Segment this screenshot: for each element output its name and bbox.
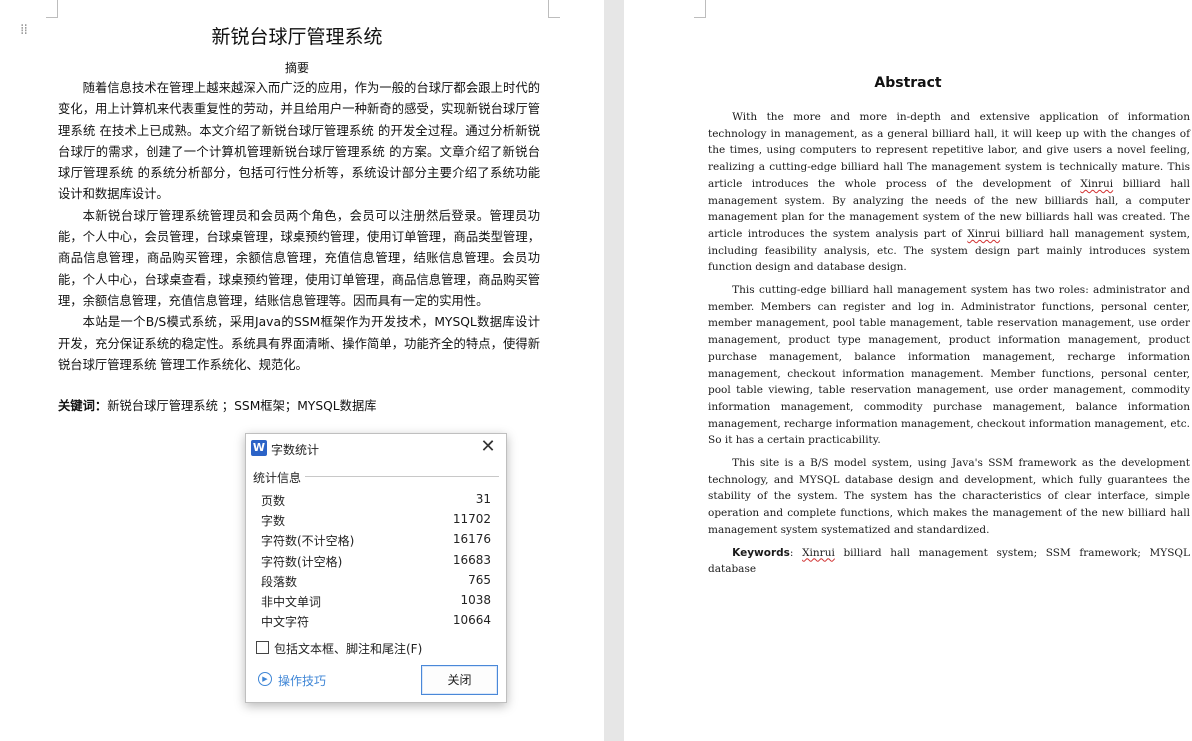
stat-label: 中文字符 <box>261 615 310 630</box>
spelling-error-word[interactable]: Xinrui <box>967 228 1000 240</box>
stat-value: 1038 <box>460 592 491 607</box>
stat-value: 16683 <box>452 552 491 567</box>
stat-row-chars-no-spaces: 字符数(不计空格) 16176 <box>261 530 491 550</box>
keywords-label: 关键词： <box>58 399 108 413</box>
dialog-title: 字数统计 <box>271 443 320 457</box>
checkbox-label[interactable]: 包括文本框、脚注和尾注(F) <box>274 640 422 657</box>
play-circle-icon: ▶ <box>258 672 272 686</box>
stat-label: 字符数(不计空格) <box>261 534 355 549</box>
stat-value: 16176 <box>452 532 491 547</box>
statistics-list: 页数 31 字数 11702 字符数(不计空格) 16176 字符数(计空格) … <box>261 490 491 631</box>
stat-value: 11702 <box>452 512 491 527</box>
abstract-paragraph: 本新锐台球厅管理系统管理员和会员两个角色，会员可以注册然后登录。管理员功能，个人… <box>58 208 540 308</box>
page-corner-mark <box>694 0 706 18</box>
stat-label: 字符数(计空格) <box>261 554 343 569</box>
page-corner-mark <box>548 0 560 18</box>
stat-value: 31 <box>475 492 491 506</box>
stat-label: 段落数 <box>261 574 298 589</box>
abstract-body: 随着信息技术在管理上越来越深入而广泛的应用，作为一般的台球厅都会跟上时代的变化，… <box>58 78 540 376</box>
abstract-heading: 摘要 <box>284 61 309 75</box>
english-abstract-body: With the more and more in-depth and exte… <box>708 109 1190 578</box>
statistics-section-header: 统计信息 <box>253 469 499 486</box>
document-title: 新锐台球厅管理系统 <box>211 26 383 48</box>
stat-label: 字数 <box>261 514 286 529</box>
english-paragraph: This site is a B/S model system, using J… <box>708 457 1190 536</box>
stat-row-non-chinese-words: 非中文单词 1038 <box>261 591 491 611</box>
english-keywords-line: Keywords: Xinrui billiard hall managemen… <box>708 545 1190 578</box>
stat-value: 10664 <box>452 613 491 628</box>
close-button[interactable]: 关闭 <box>421 665 498 695</box>
section-label: 统计信息 <box>253 469 306 486</box>
english-paragraph: With the more and more in-depth and exte… <box>708 109 1190 276</box>
page-corner-mark <box>46 0 58 18</box>
abstract-paragraph: 随着信息技术在管理上越来越深入而广泛的应用，作为一般的台球厅都会跟上时代的变化，… <box>58 81 540 202</box>
keywords-label: Keywords <box>732 546 790 559</box>
english-paragraph: This cutting-edge billiard hall manageme… <box>708 284 1190 447</box>
dialog-titlebar[interactable]: W 字数统计 ✕ <box>246 434 506 462</box>
include-textbox-checkbox[interactable] <box>256 641 269 654</box>
close-icon[interactable]: ✕ <box>478 437 498 457</box>
stat-label: 非中文单词 <box>261 594 322 609</box>
spelling-error-word[interactable]: Xinrui <box>802 547 835 559</box>
stat-row-paragraphs: 段落数 765 <box>261 571 491 591</box>
wps-writer-icon: W <box>251 440 267 456</box>
keywords-text: 新锐台球厅管理系统 ；SSM框架；MYSQL数据库 <box>107 399 377 413</box>
stat-row-chinese-chars: 中文字符 10664 <box>261 611 491 631</box>
stat-row-pages: 页数 31 <box>261 490 491 510</box>
tips-label[interactable]: 操作技巧 <box>278 672 326 689</box>
spelling-error-word[interactable]: Xinrui <box>1080 178 1113 190</box>
stat-value: 765 <box>468 572 491 587</box>
stat-label: 页数 <box>261 494 286 508</box>
keywords-line: 关键词：新锐台球厅管理系统 ；SSM框架；MYSQL数据库 <box>58 396 377 416</box>
stat-row-words: 字数 11702 <box>261 510 491 530</box>
abstract-title: Abstract <box>874 75 942 91</box>
stat-row-chars-with-spaces: 字符数(计空格) 16683 <box>261 551 491 571</box>
document-page-right: Abstract With the more and more in-depth… <box>624 0 1192 741</box>
word-count-dialog: W 字数统计 ✕ 统计信息 页数 31 字数 11702 字符数(不计空格) 1… <box>245 433 507 703</box>
abstract-paragraph: 本站是一个B/S模式系统，采用Java的SSM框架作为开发技术，MYSQL数据库… <box>58 315 540 372</box>
text-span: : <box>789 546 803 559</box>
